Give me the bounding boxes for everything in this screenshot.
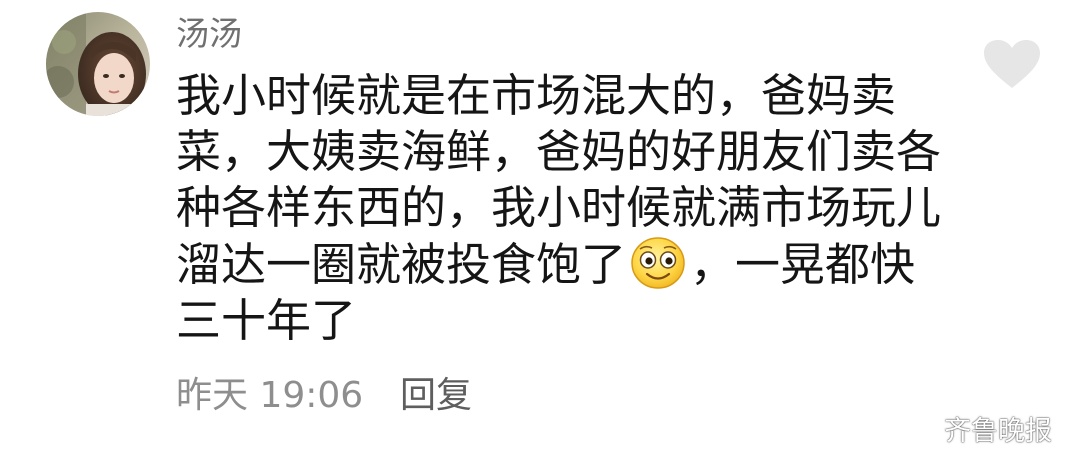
comment-text-segment: ，一晃都快 — [690, 238, 916, 291]
comment-timestamp: 昨天 19:06 — [176, 375, 364, 416]
comment-line: 菜，大姨卖海鲜，爸妈的好朋友们卖各 — [176, 125, 942, 178]
comment-line: 种各样东西的，我小时候就满市场玩儿 — [176, 181, 942, 234]
comment-line: 三十年了 — [176, 294, 357, 347]
publisher-watermark: 齐鲁晚报 — [890, 408, 1052, 448]
reply-button[interactable]: 回复 — [400, 374, 472, 418]
comment-line-with-emoji: 溜达一圈就被投食饱了 ，一晃都快 — [176, 236, 936, 293]
user-avatar-photo-icon — [46, 12, 150, 116]
smiley-face-emoji-icon — [630, 236, 686, 290]
comment-text-segment: 溜达一圈就被投食饱了 — [176, 238, 627, 291]
wechat-icon — [890, 410, 938, 446]
comment-line: 我小时候就是在市场混大的，爸妈卖 — [176, 69, 897, 122]
watermark-text: 齐鲁晚报 — [944, 415, 1052, 447]
comment-text: 我小时候就是在市场混大的，爸妈卖 菜，大姨卖海鲜，爸妈的好朋友们卖各 种各样东西… — [176, 68, 942, 349]
heart-icon[interactable] — [984, 40, 1040, 90]
avatar[interactable] — [46, 12, 150, 116]
username[interactable]: 汤汤 — [176, 14, 242, 54]
